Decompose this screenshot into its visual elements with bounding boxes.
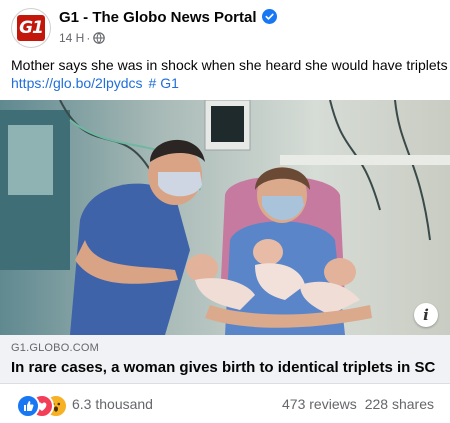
facebook-post: G1 G1 - The Globo News Portal 14 H · Moth…: [0, 0, 450, 423]
reactions-bar: 6.3 thousand 473 reviews 228 shares: [0, 392, 450, 418]
post-timestamp[interactable]: 14 H: [59, 31, 84, 45]
post-caption: Mother says she was in shock when she he…: [11, 56, 448, 92]
hashtag-link[interactable]: # G1: [149, 75, 179, 91]
post-meta: 14 H ·: [59, 31, 106, 47]
photo-illustration: [0, 100, 450, 335]
caption-link[interactable]: https://glo.bo/2lpydcs: [11, 75, 143, 91]
info-button[interactable]: i: [414, 303, 438, 327]
reviews-count[interactable]: 473 reviews: [282, 396, 357, 412]
meta-separator: ·: [86, 31, 91, 45]
globe-icon[interactable]: [93, 32, 106, 47]
engagement-stats: 473 reviews 228 shares: [282, 396, 434, 412]
preview-headline[interactable]: In rare cases, a woman gives birth to id…: [11, 359, 435, 376]
like-reaction-icon: [16, 394, 40, 418]
reaction-count[interactable]: 6.3 thousand: [72, 396, 153, 412]
post-header: G1 G1 - The Globo News Portal 14 H ·: [0, 0, 450, 52]
preview-domain: G1.GLOBO.COM: [11, 342, 99, 354]
post-photo[interactable]: i: [0, 100, 450, 335]
caption-text: Mother says she was in shock when she he…: [11, 57, 448, 73]
page-name-row: G1 - The Globo News Portal: [59, 9, 277, 28]
g1-logo: G1: [17, 15, 45, 41]
link-preview[interactable]: G1.GLOBO.COM In rare cases, a woman give…: [0, 335, 450, 384]
page-avatar[interactable]: G1: [11, 8, 51, 48]
shares-count[interactable]: 228 shares: [365, 396, 434, 412]
verified-badge-icon: [261, 9, 277, 28]
page-name-link[interactable]: G1 - The Globo News Portal: [59, 9, 257, 26]
reaction-icons[interactable]: [16, 394, 72, 418]
caption-links: https://glo.bo/2lpydcs # G1: [11, 74, 441, 92]
